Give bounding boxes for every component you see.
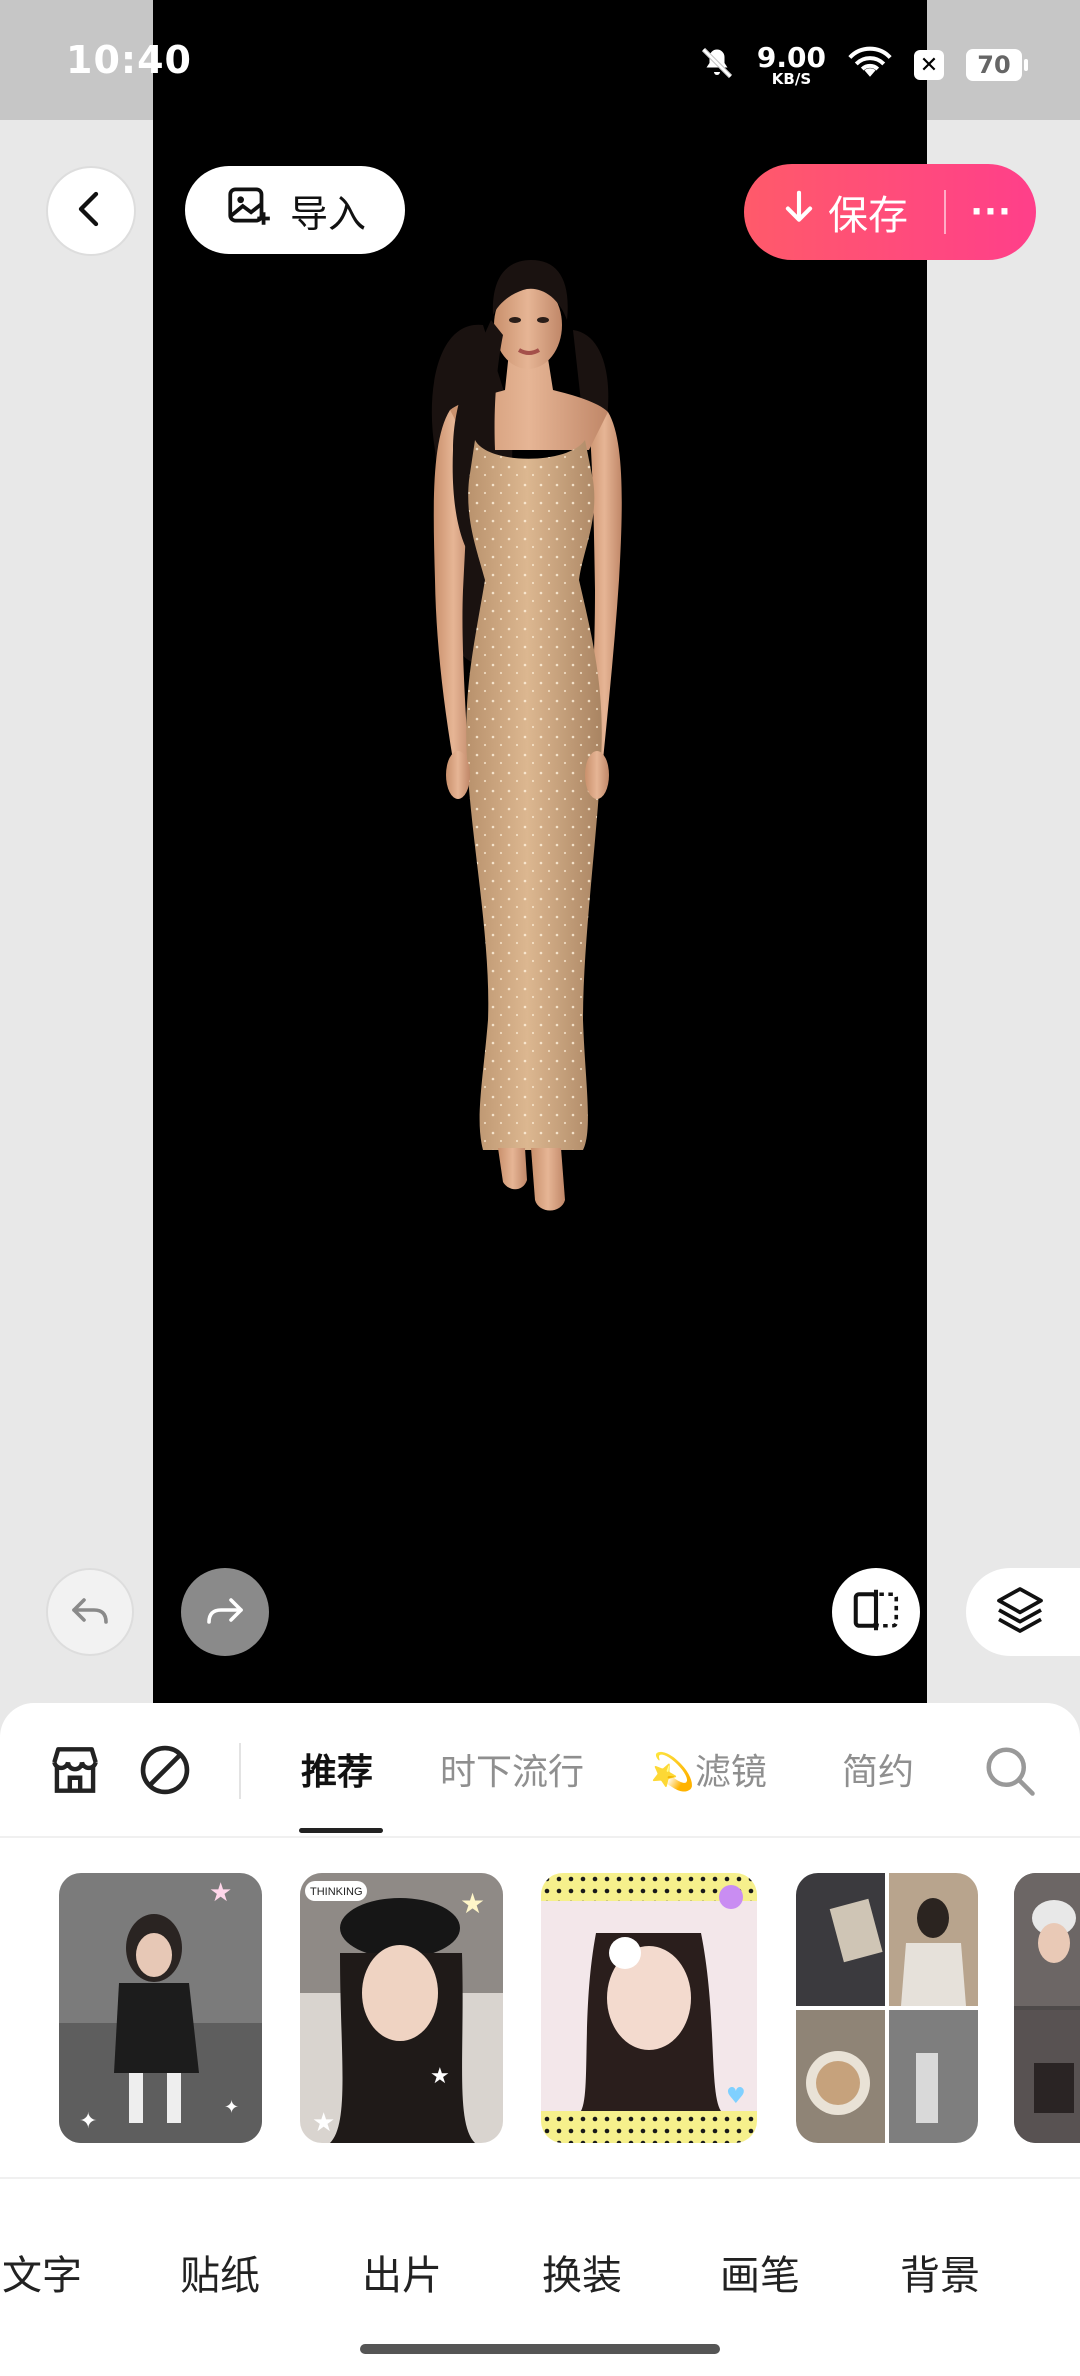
home-indicator[interactable] [360,2344,720,2354]
download-arrow-icon [780,188,818,236]
svg-text:★: ★ [312,2108,335,2138]
mute-bell-icon [699,45,735,85]
filter-tab-row: 推荐 时下流行 💫滤镜 简约 [0,1703,1080,1833]
template-4-thumbnail [796,1873,978,2143]
store-icon[interactable] [44,1739,106,1805]
save-group: 保存 ··· [744,164,1036,260]
import-button[interactable]: 导入 [185,166,405,254]
canvas-photo [431,260,622,1211]
svg-text:♥: ♥ [726,2084,746,2109]
redo-button[interactable] [181,1568,269,1656]
tab-minimal[interactable]: 简约 [842,1743,914,1795]
compare-icon [849,1583,903,1641]
compare-button[interactable] [832,1568,920,1656]
template-2-tag: THINKING [310,1886,363,1898]
template-3-thumbnail: ♥ [541,1873,757,2143]
image-add-icon [224,181,274,240]
save-label: 保存 [828,193,908,239]
template-carousel: ★ ✦ ✦ THINKING ★ ★ ★ ♥ [0,1873,1080,2145]
save-button[interactable]: 保存 [744,164,944,260]
tool-bar: 文字 贴纸 出片 换装 画笔 背景 [0,2243,1080,2303]
network-speed: 9.00 KB/S [756,40,826,88]
chevron-left-icon [71,189,111,233]
status-time: 10:40 [66,38,192,82]
svg-text:✦: ✦ [79,2109,97,2134]
svg-text:★: ★ [209,1878,232,1908]
import-label: 导入 [289,191,366,236]
search-icon[interactable] [980,1741,1040,1805]
undo-button[interactable] [46,1568,134,1656]
none-circle-icon[interactable] [134,1739,196,1805]
template-5-thumbnail [1014,1873,1080,2143]
template-1-thumbnail: ★ ✦ ✦ [59,1873,262,2143]
undo-icon [66,1586,114,1638]
template-card-2[interactable]: THINKING ★ ★ ★ [300,1873,503,2143]
battery-icon: 70 [966,49,1028,81]
layers-icon [992,1582,1048,1642]
divider [0,1836,1080,1838]
template-card-5[interactable] [1014,1873,1080,2143]
tool-sticker[interactable]: 贴纸 [180,2243,260,2301]
edit-canvas[interactable] [153,120,927,1705]
template-2-thumbnail: THINKING ★ ★ ★ [300,1873,503,2143]
status-bar: 10:40 9.00 KB/S ✕ 70 [0,0,1080,120]
tab-recommended[interactable]: 推荐 [301,1743,373,1795]
divider [0,2177,1080,2179]
svg-text:✦: ✦ [224,2097,239,2118]
tool-outfit[interactable]: 换装 [542,2243,622,2301]
tab-filters[interactable]: 💫滤镜 [650,1743,767,1795]
back-button[interactable] [46,166,136,256]
svg-text:★: ★ [430,2064,450,2089]
status-icons: 9.00 KB/S ✕ 70 [699,40,1028,90]
layers-button[interactable] [966,1568,1080,1656]
wifi-icon [848,46,892,84]
more-button[interactable]: ··· [946,164,1036,260]
redo-icon [201,1586,249,1638]
template-card-4[interactable] [796,1873,978,2143]
close-box-icon: ✕ [914,50,944,80]
svg-text:★: ★ [460,1887,485,1920]
active-tab-indicator [299,1828,383,1833]
tool-text[interactable]: 文字 [2,2243,82,2301]
tab-separator [239,1743,241,1799]
tool-brush[interactable]: 画笔 [720,2243,800,2301]
template-card-1[interactable]: ★ ✦ ✦ [59,1873,262,2143]
tool-background[interactable]: 背景 [900,2243,980,2301]
template-card-3[interactable]: ♥ [541,1873,757,2143]
filter-panel: 推荐 时下流行 💫滤镜 简约 ★ ✦ ✦ THINKING ★ ★ ★ ♥ 文字… [0,1703,1080,2376]
tab-trending[interactable]: 时下流行 [440,1743,584,1795]
tool-output[interactable]: 出片 [362,2243,442,2301]
